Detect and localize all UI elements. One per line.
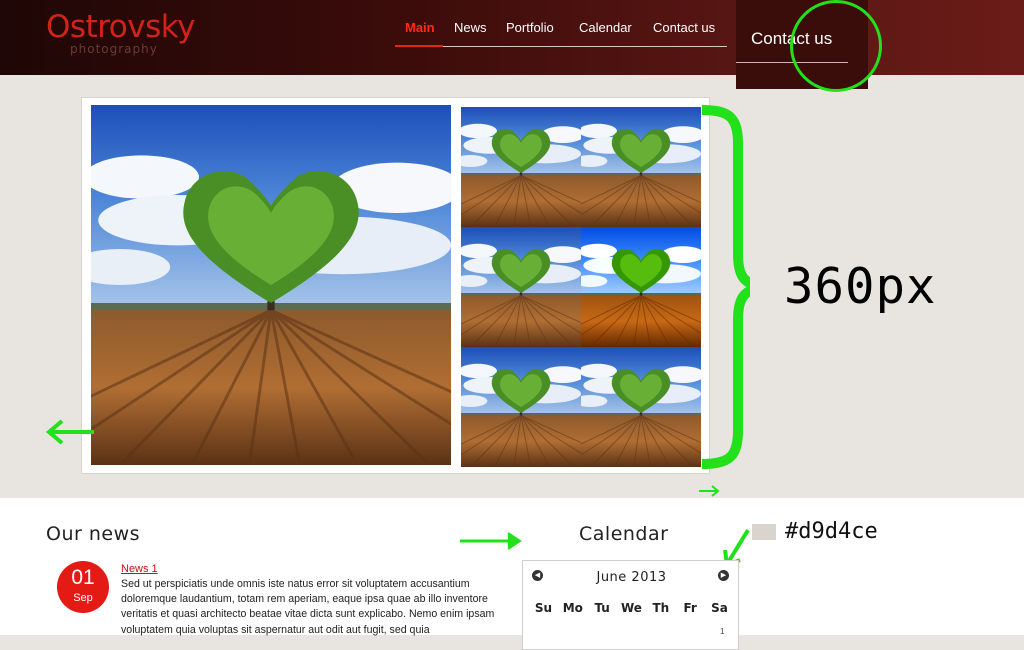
calendar-weekday-row: Su Mo Tu We Th Fr Sa: [529, 601, 734, 615]
gallery-main-photo[interactable]: [91, 105, 451, 465]
calendar-next-icon[interactable]: ▶: [718, 570, 729, 581]
gallery-thumbnail[interactable]: [461, 347, 581, 467]
news-item-title-link[interactable]: News 1: [121, 563, 158, 575]
arrow-left-icon: [45, 419, 94, 445]
nav-item-contact-us[interactable]: Contact us: [653, 20, 715, 35]
nav-item-news[interactable]: News: [454, 20, 487, 35]
calendar-weekday: We: [621, 601, 642, 615]
height-annotation-label: 360px: [784, 258, 937, 315]
nav-item-main[interactable]: Main: [405, 20, 435, 35]
main-nav: Main News Portfolio Calendar Contact us: [395, 18, 727, 47]
highlight-circle: [790, 0, 882, 92]
calendar-weekday: Tu: [594, 601, 610, 615]
calendar-heading: Calendar: [579, 523, 669, 545]
news-date-month: Sep: [73, 592, 93, 604]
calendar-weekday: Fr: [683, 601, 697, 615]
height-brace-icon: [701, 105, 750, 469]
news-item-body: Sed ut perspiciatis unde omnis iste natu…: [121, 578, 495, 636]
color-swatch-label: #d9d4ce: [785, 519, 878, 544]
calendar-month-title: June 2013: [596, 570, 667, 585]
gallery-thumbnail[interactable]: [581, 347, 701, 467]
nav-item-calendar[interactable]: Calendar: [579, 20, 632, 35]
calendar-weekday: Sa: [711, 601, 728, 615]
nav-active-underline: [395, 45, 443, 47]
news-date-badge: 01 Sep: [57, 561, 109, 613]
arrow-right-small-icon: [699, 485, 720, 497]
color-swatch: [752, 524, 776, 540]
logo-title[interactable]: Ostrovsky: [46, 12, 195, 43]
calendar-widget: ◀ June 2013 ▶ Su Mo Tu We Th Fr Sa 1: [522, 560, 739, 650]
calendar-weekday: Mo: [562, 601, 583, 615]
news-date-day: 01: [71, 566, 95, 589]
gallery-thumbnail[interactable]: [461, 107, 581, 227]
calendar-weekday: Th: [652, 601, 670, 615]
gallery-thumbnail-active[interactable]: [581, 227, 701, 347]
logo-subtitle: photography: [70, 42, 158, 56]
calendar-weekday: Su: [534, 601, 553, 615]
arrow-right-icon: [460, 532, 522, 550]
gallery-thumbnail[interactable]: [461, 227, 581, 347]
news-heading: Our news: [46, 523, 141, 545]
nav-item-portfolio[interactable]: Portfolio: [506, 20, 554, 35]
gallery-thumbnail[interactable]: [581, 107, 701, 227]
